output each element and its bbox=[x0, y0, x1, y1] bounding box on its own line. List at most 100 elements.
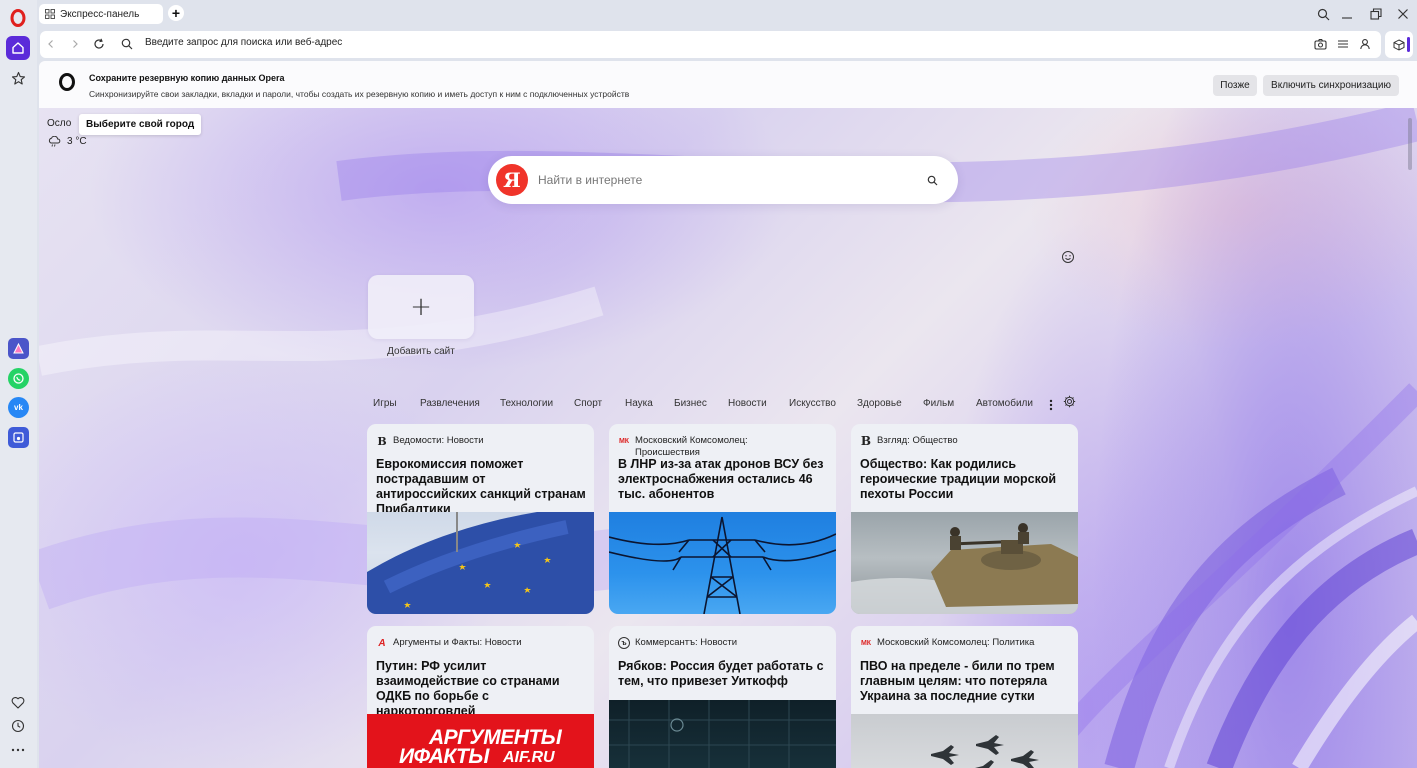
new-tab-button[interactable]: + bbox=[168, 5, 184, 21]
extensions-button[interactable] bbox=[1385, 31, 1413, 58]
easy-setup-button[interactable] bbox=[1335, 36, 1351, 52]
forward-button[interactable] bbox=[67, 36, 83, 52]
news-source-name: Взгляд: Общество bbox=[877, 435, 958, 446]
history-button[interactable] bbox=[6, 714, 30, 738]
news-settings-button[interactable] bbox=[1063, 395, 1076, 411]
accent-indicator bbox=[1407, 37, 1410, 52]
news-title[interactable]: Еврокомиссия поможет пострадавшим от ант… bbox=[376, 457, 588, 517]
aif-logo-line-2: ИФАКТЫ bbox=[399, 745, 489, 768]
yandex-logo-icon: Я bbox=[496, 164, 528, 196]
enable-sync-button[interactable]: Включить синхронизацию bbox=[1263, 75, 1399, 96]
kommersant-pattern-image bbox=[609, 700, 836, 768]
news-image-power-line bbox=[609, 512, 836, 614]
news-card[interactable]: МК Московский Комсомолец: Политика ПВО н… bbox=[851, 626, 1078, 768]
news-source-name: Московский Комсомолец: Происшествия bbox=[635, 435, 748, 458]
sync-banner-title: Сохраните резервную копию данных Opera bbox=[89, 73, 285, 83]
close-window-button[interactable] bbox=[1393, 5, 1413, 23]
vk-app-button[interactable]: vk bbox=[8, 397, 29, 418]
add-site-label: Добавить сайт bbox=[387, 346, 455, 357]
aria-icon bbox=[13, 342, 24, 354]
tab-speed-dial[interactable]: Экспресс-панель bbox=[39, 4, 163, 24]
opera-logo-icon bbox=[59, 73, 75, 91]
address-input[interactable]: Введите запрос для поиска или веб-адрес bbox=[145, 37, 342, 48]
back-button[interactable] bbox=[43, 36, 59, 52]
news-source: ъ Коммерсантъ: Новости bbox=[618, 637, 737, 649]
add-site-tile[interactable]: + bbox=[368, 275, 474, 339]
page-scrollbar[interactable] bbox=[1408, 118, 1412, 170]
customize-button[interactable] bbox=[1061, 250, 1075, 267]
sidebar-more-button[interactable] bbox=[6, 738, 30, 762]
tab-search-button[interactable] bbox=[1313, 5, 1333, 23]
snapshot-button[interactable] bbox=[1312, 36, 1328, 52]
news-title[interactable]: Рябков: Россия будет работать с тем, что… bbox=[618, 659, 830, 689]
music-player-icon bbox=[13, 432, 24, 443]
restore-button[interactable] bbox=[1366, 5, 1386, 23]
more-vertical-icon bbox=[1049, 399, 1053, 411]
cloud-rain-icon bbox=[48, 136, 61, 147]
weather-widget[interactable]: 3 °C bbox=[48, 136, 87, 147]
category-tab[interactable]: Наука bbox=[625, 398, 653, 409]
news-card[interactable]: В Ведомости: Новости Еврокомиссия поможе… bbox=[367, 424, 594, 614]
category-tab[interactable]: Развлечения bbox=[420, 398, 480, 409]
reload-button[interactable] bbox=[91, 36, 107, 52]
news-card[interactable]: ъ Коммерсантъ: Новости Рябков: Россия бу… bbox=[609, 626, 836, 768]
news-image-marines bbox=[851, 512, 1078, 614]
minimize-button[interactable] bbox=[1337, 5, 1357, 23]
profile-button[interactable] bbox=[1357, 36, 1373, 52]
search-submit-button[interactable] bbox=[924, 172, 940, 188]
category-tab[interactable]: Фильм bbox=[923, 398, 954, 409]
news-card[interactable]: МК Московский Комсомолец: Происшествия В… bbox=[609, 424, 836, 614]
tab-title: Экспресс-панель bbox=[60, 8, 140, 20]
more-categories-button[interactable] bbox=[1049, 398, 1053, 415]
aif-logo-icon: A bbox=[378, 637, 386, 649]
whatsapp-app-button[interactable] bbox=[8, 368, 29, 389]
search-input[interactable]: Найти в интернете bbox=[538, 173, 642, 187]
news-source: A Аргументы и Факты: Новости bbox=[376, 637, 521, 649]
later-button[interactable]: Позже bbox=[1213, 75, 1257, 96]
news-title[interactable]: Путин: РФ усилит взаимодействие со стран… bbox=[376, 659, 588, 719]
gear-icon bbox=[1063, 395, 1076, 408]
opera-menu-button[interactable] bbox=[6, 6, 30, 30]
city-tooltip[interactable]: Выберите свой город bbox=[79, 114, 202, 135]
news-image-kommersant bbox=[609, 700, 836, 768]
news-source-name: Московский Комсомолец: Политика bbox=[877, 637, 1035, 648]
search-icon bbox=[121, 38, 133, 50]
news-source-name: Коммерсантъ: Новости bbox=[635, 637, 738, 648]
kommersant-logo-icon: ъ bbox=[618, 637, 630, 649]
mk-logo-icon: МК bbox=[618, 437, 630, 445]
category-tab[interactable]: Бизнес bbox=[674, 398, 707, 409]
category-tab[interactable]: Игры bbox=[373, 398, 397, 409]
camera-icon bbox=[1313, 38, 1327, 50]
aif-logo-line-3: AIF.RU bbox=[503, 749, 555, 766]
category-tab[interactable]: Автомобили bbox=[976, 398, 1033, 409]
category-tab[interactable]: Здоровье bbox=[857, 398, 902, 409]
favorites-button[interactable] bbox=[6, 690, 30, 714]
sidebar: vk bbox=[0, 0, 37, 768]
vzglyad-logo-icon: В bbox=[860, 434, 872, 448]
category-tab[interactable]: Технологии bbox=[500, 398, 553, 409]
news-title[interactable]: В ЛНР из-за атак дронов ВСУ без электрос… bbox=[618, 457, 830, 502]
star-icon bbox=[11, 71, 25, 85]
clock-icon bbox=[11, 719, 25, 733]
more-horizontal-icon bbox=[11, 748, 25, 752]
category-tab[interactable]: Искусство bbox=[789, 398, 836, 409]
news-card[interactable]: В Взгляд: Общество Общество: Как родилис… bbox=[851, 424, 1078, 614]
category-tab[interactable]: Новости bbox=[728, 398, 767, 409]
reload-icon bbox=[94, 38, 104, 49]
address-search-icon-wrap bbox=[119, 36, 135, 52]
search-box[interactable]: Я Найти в интернете bbox=[488, 156, 958, 204]
news-card[interactable]: A Аргументы и Факты: Новости Путин: РФ у… bbox=[367, 626, 594, 768]
music-player-button[interactable] bbox=[8, 427, 29, 448]
home-button[interactable] bbox=[6, 36, 30, 60]
address-bar: Введите запрос для поиска или веб-адрес bbox=[40, 31, 1381, 58]
aria-app-button[interactable] bbox=[8, 338, 29, 359]
news-title[interactable]: ПВО на пределе - били по трем главным це… bbox=[860, 659, 1072, 704]
news-image-eu-flag bbox=[367, 512, 594, 614]
category-tab[interactable]: Спорт bbox=[574, 398, 602, 409]
restore-icon bbox=[1370, 8, 1382, 20]
news-title[interactable]: Общество: Как родились героические тради… bbox=[860, 457, 1072, 502]
user-icon bbox=[1360, 39, 1370, 50]
weather-city[interactable]: Осло bbox=[47, 118, 71, 129]
bookmarks-button[interactable] bbox=[6, 66, 30, 90]
sync-banner-description: Синхронизируйте свои закладки, вкладки и… bbox=[89, 89, 630, 99]
